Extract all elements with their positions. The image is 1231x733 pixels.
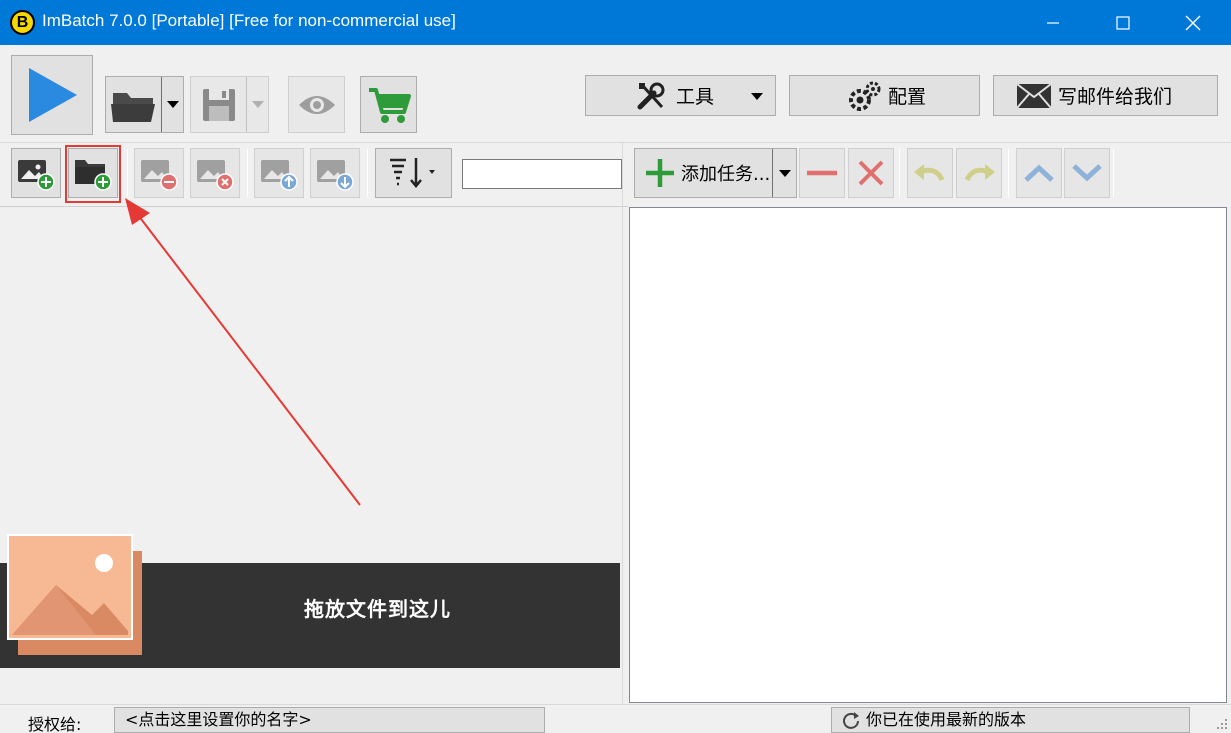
app-logo-icon: B [10,10,35,35]
run-button[interactable] [11,55,93,135]
envelope-icon [1016,82,1052,109]
clear-images-icon [197,160,234,191]
close-button[interactable] [1158,0,1228,45]
add-task-dropdown-arrow[interactable] [772,149,796,197]
tools-label: 工具 [676,86,715,108]
move-down-image-icon [317,160,354,191]
move-down-image-button[interactable] [310,148,360,198]
move-up-image-button[interactable] [254,148,304,198]
refresh-icon [843,712,859,729]
add-folder-button[interactable] [68,148,118,198]
shopping-cart-icon [368,87,411,123]
drop-zone-text: 拖放文件到这儿 [304,597,451,621]
buy-button[interactable] [360,76,417,133]
chevron-down-icon [1072,164,1102,182]
clear-tasks-button[interactable] [848,148,894,198]
main-toolbar: 工具 配置 写邮件给我们 [0,45,1231,143]
toolbar-separator [367,149,368,197]
config-button[interactable]: 配置 [789,75,980,116]
minus-icon [807,170,837,176]
remove-image-icon [141,160,178,191]
move-task-up-button[interactable] [1016,148,1062,198]
set-name-text: <点击这里设置你的名字> [125,710,312,729]
add-task-label: 添加任务... [681,164,771,185]
image-placeholder-icon [7,534,142,655]
task-toolbar: 添加任务... [629,143,1231,206]
save-icon [202,88,235,121]
toolbar-separator [247,149,248,197]
remove-task-button[interactable] [799,148,845,198]
save-dropdown-arrow[interactable] [246,77,268,132]
open-button[interactable] [105,76,184,133]
file-toolbar [0,143,622,206]
toolbar-separator [1008,149,1009,197]
redo-icon [964,164,995,182]
config-label: 配置 [888,86,927,108]
file-filter-input[interactable] [462,159,622,189]
eye-icon [298,95,335,114]
set-name-field[interactable]: <点击这里设置你的名字> [114,707,545,733]
toolbar-separator [899,149,900,197]
maximize-icon [1116,15,1130,30]
chevron-down-icon [751,93,763,100]
add-images-button[interactable] [11,148,61,198]
email-us-label: 写邮件给我们 [1058,86,1173,108]
resize-grip-icon[interactable] [1216,718,1228,730]
email-us-button[interactable]: 写邮件给我们 [993,75,1218,116]
undo-button[interactable] [907,148,953,198]
move-up-image-icon [261,160,298,191]
panel-splitter[interactable] [622,143,628,704]
update-status-text: 你已在使用最新的版本 [866,710,1027,729]
maximize-button[interactable] [1088,0,1158,45]
drop-zone[interactable]: 拖放文件到这儿 [0,534,620,668]
clear-images-button[interactable] [190,148,240,198]
licensed-to-label: 授权给: [28,715,82,733]
tools-button[interactable]: 工具 [585,75,776,116]
sort-icon [389,158,435,188]
window-title: ImBatch 7.0.0 [Portable] [Free for non-c… [42,11,456,30]
redo-button[interactable] [956,148,1002,198]
remove-image-button[interactable] [134,148,184,198]
chevron-down-icon [251,101,264,108]
file-list-panel[interactable]: 拖放文件到这儿 [0,206,628,704]
undo-icon [914,164,945,182]
tools-icon [637,82,665,110]
folder-open-icon [110,92,155,122]
chevron-down-icon [778,169,791,177]
chevron-down-icon [166,101,179,108]
title-bar: B ImBatch 7.0.0 [Portable] [Free for non… [0,0,1231,45]
sort-button[interactable] [375,148,452,198]
toolbar-separator [127,149,128,197]
status-bar: 授权给: <点击这里设置你的名字> 你已在使用最新的版本 [0,704,1231,733]
add-folder-icon [75,160,112,191]
minimize-icon [1047,21,1059,24]
chevron-up-icon [1024,164,1054,182]
play-icon [29,68,77,122]
add-image-icon [18,160,55,191]
open-dropdown-arrow[interactable] [161,77,183,132]
save-button[interactable] [190,76,269,133]
move-task-down-button[interactable] [1064,148,1110,198]
minimize-button[interactable] [1018,0,1088,45]
update-status-field[interactable]: 你已在使用最新的版本 [831,707,1190,733]
toolbar-separator [1113,149,1114,197]
preview-button[interactable] [288,76,345,133]
plus-icon [646,159,674,187]
gear-icon [849,81,881,111]
task-list-panel[interactable] [629,207,1227,703]
add-task-button[interactable]: 添加任务... [634,148,797,198]
close-icon [1185,15,1201,30]
delete-x-icon [858,160,884,186]
